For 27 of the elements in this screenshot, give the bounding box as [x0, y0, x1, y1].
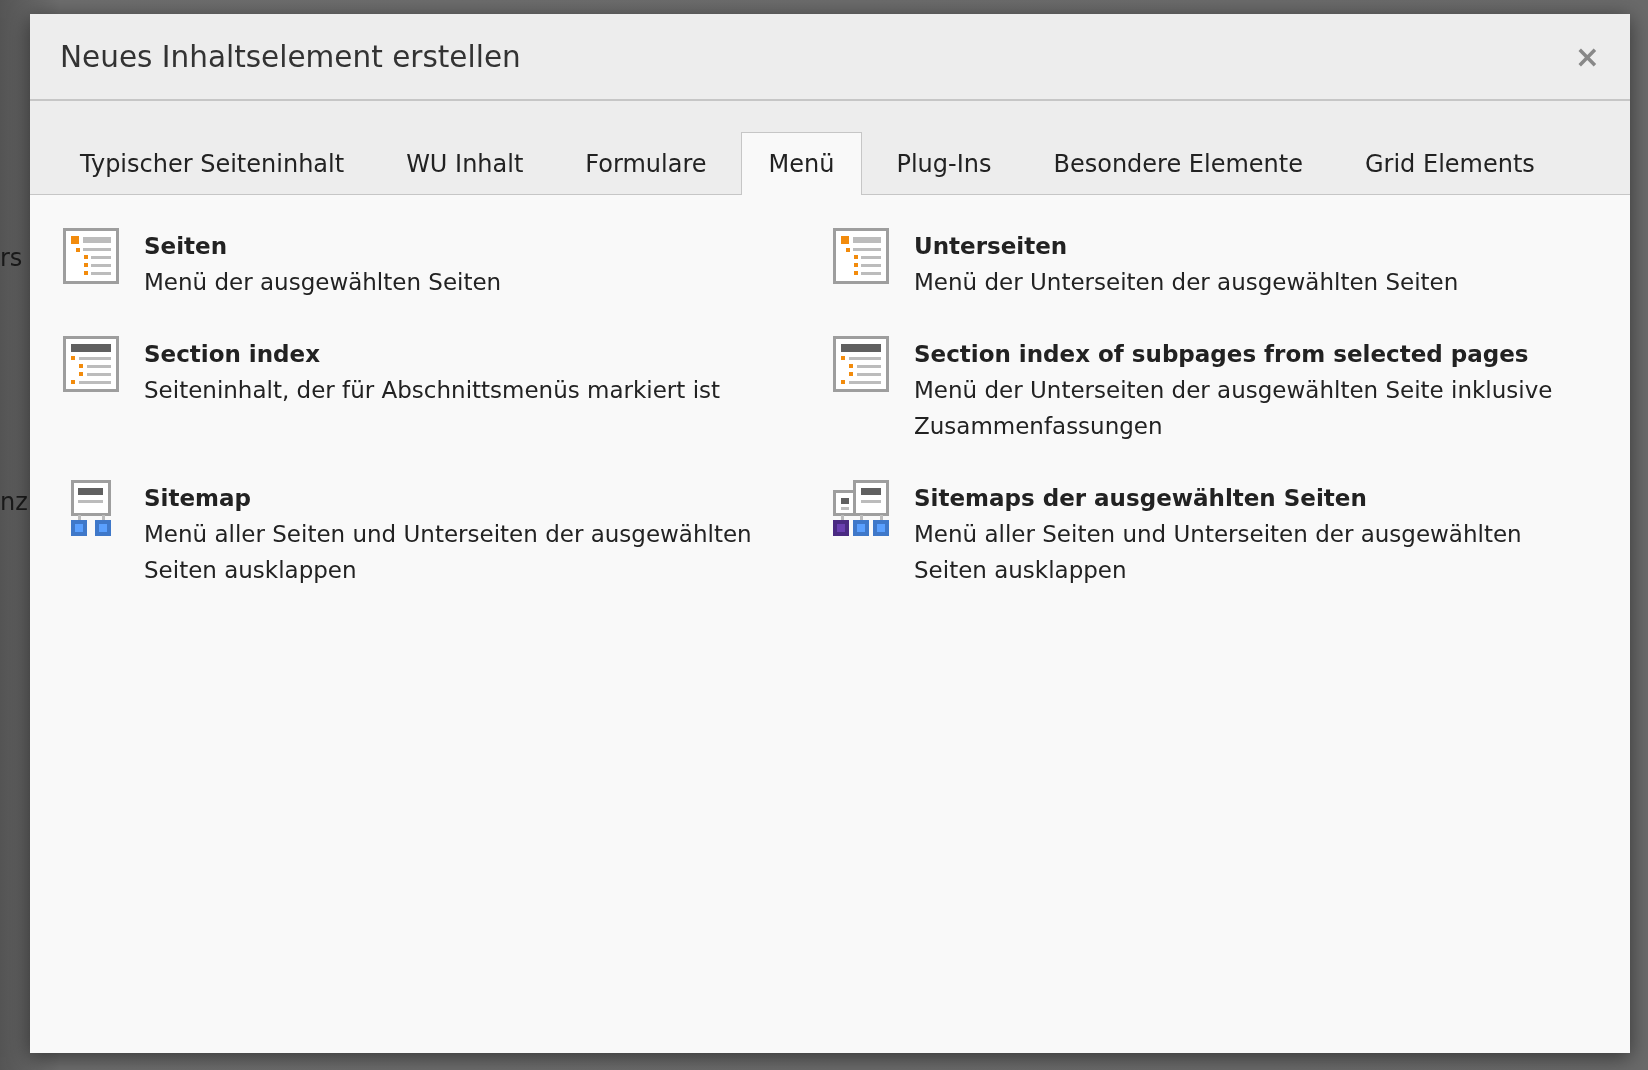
element-description: Menü der Unterseiten der ausgewählten Seiten — [914, 268, 1460, 297]
tab[interactable]: Plug-Ins — [868, 132, 1020, 195]
section-list-icon — [833, 336, 889, 392]
element-title-link[interactable]: Unterseiten — [914, 228, 1574, 264]
element-title-link[interactable]: Section index of subpages from selected pages — [914, 336, 1574, 372]
element-title-link[interactable]: Seiten — [144, 228, 804, 264]
element-description: Menü der ausgewählten Seiten — [144, 268, 503, 297]
page-list-icon — [63, 228, 119, 284]
element-description: Menü aller Seiten und Unterseiten der ausgewählten Seiten ausklappen — [914, 520, 1523, 585]
element-description: Menü der Unterseiten der ausgewählten Seite inklusive Zusammenfassungen — [914, 376, 1554, 441]
tab[interactable]: Menü — [740, 132, 863, 195]
page-list-icon — [833, 228, 889, 284]
element-description: Menü aller Seiten und Unterseiten der ausgewählten Seiten ausklappen — [144, 520, 753, 585]
tab[interactable]: WU Inhalt — [378, 132, 552, 195]
element-title-link[interactable]: Section index — [144, 336, 804, 372]
sitemap-icon — [833, 480, 889, 536]
tab[interactable]: Typischer Seiteninhalt — [52, 132, 373, 195]
section-list-icon — [63, 336, 119, 392]
tab[interactable]: Formulare — [557, 132, 735, 195]
modal-title: Neues Inhaltselement erstellen — [60, 39, 521, 74]
element-title-link[interactable]: Sitemap — [144, 480, 804, 516]
tab[interactable]: Grid Elements — [1336, 132, 1563, 195]
background-text: rs — [0, 244, 23, 272]
element-description: Seiteninhalt, der für Abschnittsmenüs markiert ist — [144, 376, 722, 405]
element-title-link[interactable]: Sitemaps der ausgewählten Seiten — [914, 480, 1574, 516]
background-text: nz — [0, 488, 28, 516]
tab[interactable]: Besondere Elemente — [1025, 132, 1331, 195]
